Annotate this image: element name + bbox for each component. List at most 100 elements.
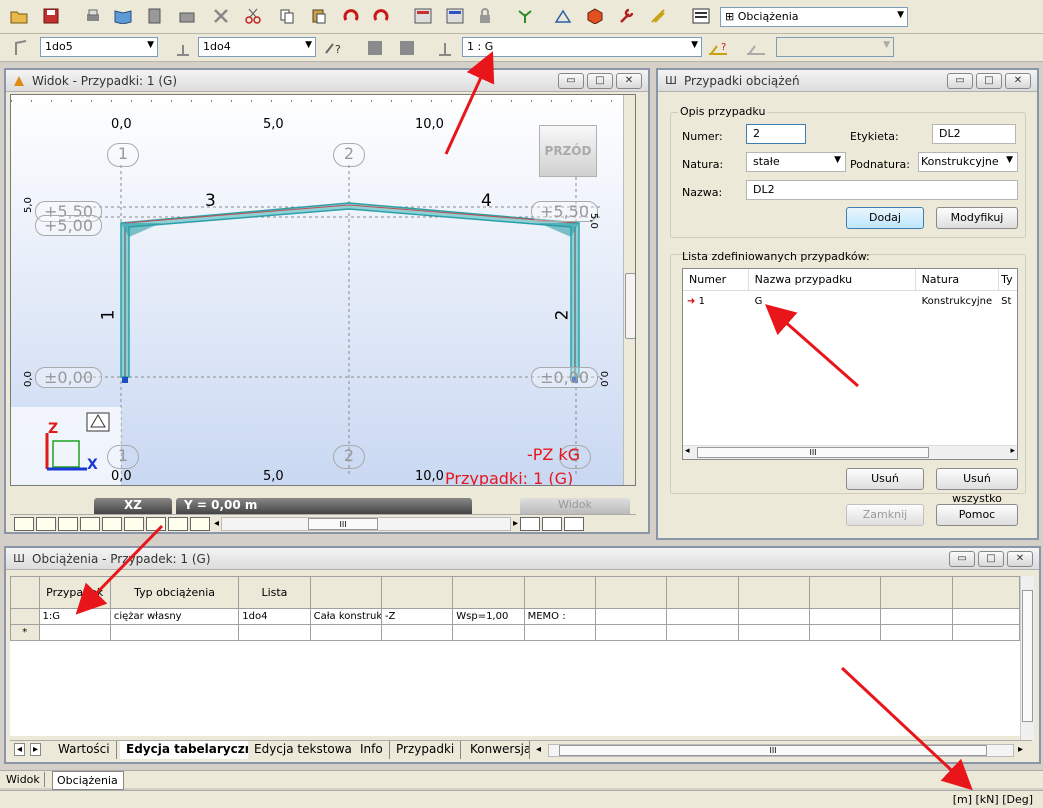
table-cell[interactable]	[238, 624, 311, 641]
list-item[interactable]: ➜ 1 G Konstrukcyjne St	[683, 291, 1017, 311]
table-row-new[interactable]: *	[10, 624, 1020, 641]
row-header-corner[interactable]	[10, 576, 40, 609]
column-header-typ[interactable]: Typ obciążenia	[109, 576, 240, 609]
maximize-button[interactable]: □	[976, 73, 1002, 89]
column-header[interactable]	[380, 576, 454, 609]
table-cell[interactable]	[880, 608, 953, 625]
plant-icon[interactable]	[512, 3, 538, 29]
column-header[interactable]	[737, 576, 810, 609]
table-cell[interactable]: Wsp=1,00	[452, 608, 525, 625]
case-select[interactable]: 1 : G ▼	[462, 37, 702, 57]
scrollbar-thumb[interactable]	[1022, 590, 1033, 722]
calculator2-icon[interactable]	[442, 3, 468, 29]
view-tool-icon[interactable]	[14, 516, 34, 531]
view-tool-icon[interactable]	[564, 516, 585, 531]
view-tool-icon[interactable]	[542, 516, 563, 531]
maximize-button[interactable]: □	[587, 73, 613, 89]
ruler-icon[interactable]	[646, 3, 672, 29]
table-cell[interactable]: MEMO :	[523, 608, 596, 625]
table-cell[interactable]	[666, 624, 739, 641]
table-cell[interactable]	[737, 624, 810, 641]
delete-all-cases-button[interactable]: Usuń wszystko	[936, 468, 1018, 505]
node-select[interactable]: 1do4 ▼	[198, 37, 316, 57]
table-cell[interactable]	[594, 608, 668, 625]
view-tool-icon[interactable]	[102, 516, 122, 531]
scroll-right-icon[interactable]: ▸	[1010, 446, 1015, 456]
load-disabled-icon[interactable]	[744, 35, 770, 61]
section-icon[interactable]	[550, 3, 576, 29]
delete-case-button[interactable]: Usuń	[846, 468, 924, 490]
scroll-left-icon[interactable]: ◂	[685, 446, 690, 456]
cut-icon[interactable]	[240, 3, 266, 29]
scroll-right-icon[interactable]: ▸	[513, 518, 518, 529]
numer-field[interactable]: 2	[746, 124, 806, 144]
table-cell[interactable]	[951, 608, 1020, 625]
square-icon[interactable]	[362, 35, 388, 61]
scrollbar-thumb[interactable]: III	[308, 517, 379, 530]
scrollbar-thumb[interactable]: III	[697, 447, 929, 458]
column-header-nazwa[interactable]: Nazwa przypadku	[749, 269, 916, 290]
minimize-button[interactable]: ▭	[558, 73, 584, 89]
table-cell[interactable]: Cała konstruk	[309, 608, 382, 625]
tab-konwersja[interactable]: Konwersja	[464, 741, 530, 759]
natura-select[interactable]: stałe ▼	[746, 152, 846, 172]
column-header[interactable]	[951, 576, 1020, 609]
table-cell[interactable]	[523, 624, 596, 641]
table-row[interactable]: 1:G ciężar własny 1do4 Cała konstruk -Z …	[10, 608, 1020, 625]
view-mode-label[interactable]: Widok	[520, 498, 630, 514]
node-select-icon[interactable]	[170, 35, 196, 61]
column-header[interactable]	[594, 576, 668, 609]
tab-scroll-right-icon[interactable]: ▸	[30, 743, 42, 756]
scroll-left-icon[interactable]: ◂	[214, 518, 219, 529]
layout-select[interactable]: ⊞ Obciążenia ▼	[720, 7, 908, 27]
table-cell[interactable]: 1do4	[238, 608, 311, 625]
table-cell[interactable]	[309, 624, 382, 641]
bar-select[interactable]: 1do5 ▼	[40, 37, 158, 57]
scroll-left-icon[interactable]: ◂	[536, 744, 541, 755]
vertical-scrollbar[interactable]	[623, 95, 635, 485]
table-cell[interactable]	[951, 624, 1020, 641]
cube-icon[interactable]	[582, 3, 608, 29]
view-tool-icon[interactable]	[168, 516, 188, 531]
view-tool-icon[interactable]	[58, 516, 78, 531]
view-cube-button[interactable]: PRZÓD	[539, 125, 597, 177]
table-cell[interactable]: ciężar własny	[109, 608, 240, 625]
copy-icon[interactable]	[274, 3, 300, 29]
column-header[interactable]	[808, 576, 882, 609]
minimize-button[interactable]: ▭	[947, 73, 973, 89]
paste-icon[interactable]	[306, 3, 332, 29]
calculator-icon[interactable]	[410, 3, 436, 29]
scrollbar-thumb[interactable]	[625, 273, 635, 339]
table-cell[interactable]	[808, 624, 882, 641]
tab-przypadki[interactable]: Przypadki	[390, 741, 462, 759]
delete-icon[interactable]	[208, 3, 234, 29]
load-query-icon[interactable]: ?	[706, 35, 732, 61]
pick-case-icon[interactable]: ?	[322, 35, 348, 61]
table-cell[interactable]	[594, 624, 668, 641]
minimize-button[interactable]: ▭	[949, 551, 975, 567]
print-icon[interactable]	[80, 3, 106, 29]
row-header[interactable]	[10, 608, 40, 625]
book-icon[interactable]	[110, 3, 136, 29]
horizontal-scrollbar[interactable]: III	[221, 516, 512, 531]
case-select-icon[interactable]	[432, 35, 458, 61]
preview-icon[interactable]	[142, 3, 168, 29]
close-button[interactable]: ✕	[1005, 73, 1031, 89]
etykieta-field[interactable]: DL2	[932, 124, 1016, 144]
column-header-lista[interactable]: Lista	[238, 576, 311, 609]
horizontal-scrollbar[interactable]: ◂ III ▸	[683, 445, 1017, 459]
table-cell[interactable]	[38, 624, 111, 641]
column-header[interactable]	[666, 576, 739, 609]
add-case-button[interactable]: Dodaj	[846, 207, 924, 229]
column-header-typ[interactable]: Ty	[999, 269, 1017, 290]
table-cell[interactable]	[737, 608, 810, 625]
table-cell[interactable]	[666, 608, 739, 625]
tab-scroll-left-icon[interactable]: ◂	[14, 743, 26, 756]
square2-icon[interactable]	[394, 35, 420, 61]
window-tab-widok[interactable]: Widok	[2, 772, 45, 787]
open-icon[interactable]	[6, 3, 32, 29]
column-header-natura[interactable]: Natura	[916, 269, 1000, 290]
disabled-select[interactable]: ▼	[776, 37, 894, 57]
tab-info[interactable]: Info	[354, 741, 390, 759]
column-header-numer[interactable]: Numer	[683, 269, 749, 290]
